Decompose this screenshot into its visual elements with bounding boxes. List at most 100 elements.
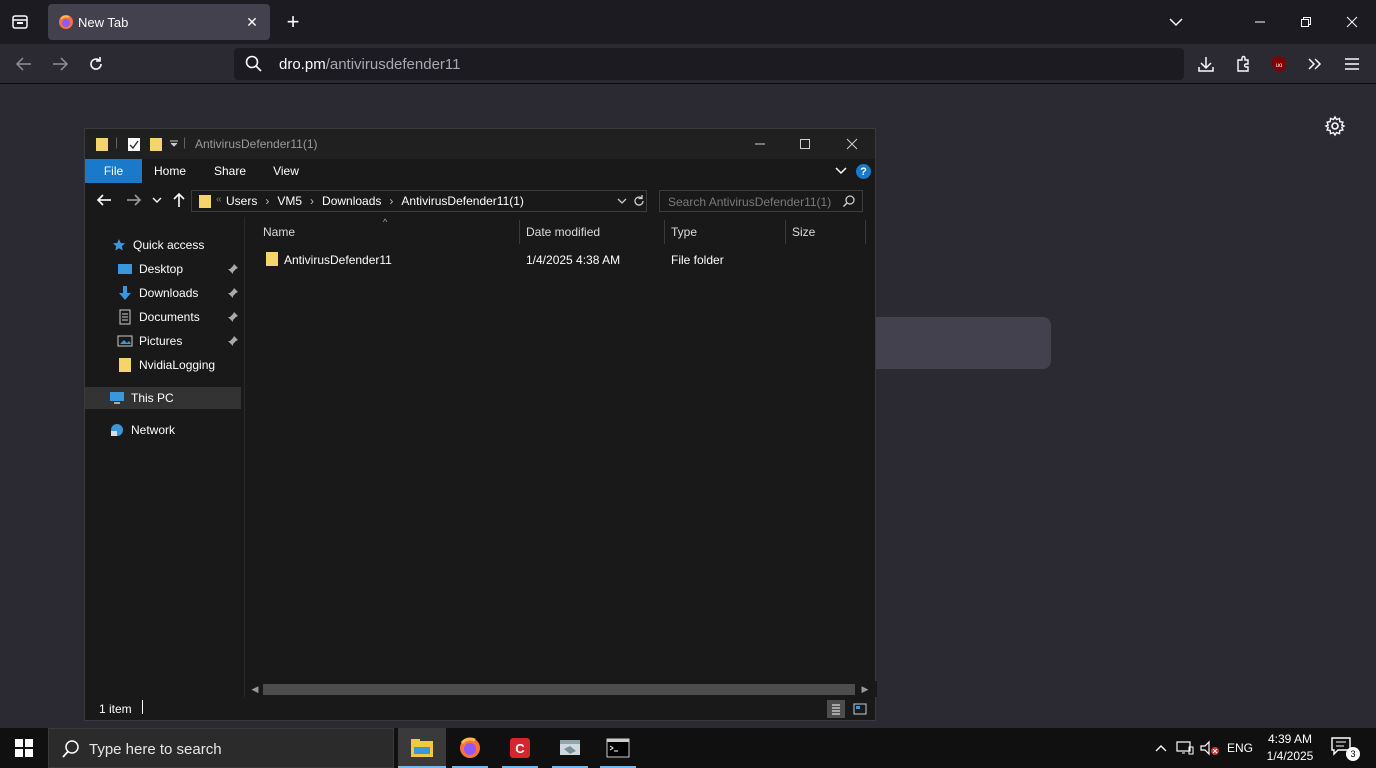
up-arrow-icon[interactable] [170, 191, 188, 209]
back-arrow-icon[interactable] [95, 191, 113, 209]
minimize-window-icon[interactable] [1246, 8, 1274, 36]
divider [142, 700, 143, 714]
tab-home[interactable]: Home [145, 159, 195, 183]
close-window-icon[interactable] [837, 133, 867, 155]
help-icon[interactable]: ? [856, 164, 871, 179]
chevron-down-icon[interactable] [616, 195, 628, 207]
url-text: dro.pm/antivirusdefender11 [279, 56, 461, 73]
folder-search-input[interactable]: Search AntivirusDefender11(1) [659, 190, 863, 212]
windows-start-icon[interactable] [0, 728, 48, 768]
column-divider[interactable] [865, 220, 866, 244]
action-center-icon[interactable]: 3 [1330, 736, 1360, 762]
gear-icon[interactable] [1324, 115, 1346, 137]
nav-nvidialogging[interactable]: NvidiaLogging [117, 354, 215, 376]
extensions-puzzle-icon[interactable] [1231, 52, 1255, 76]
scroll-right-icon[interactable]: ▶ [859, 683, 871, 695]
pin-icon[interactable] [227, 263, 239, 275]
taskbar-ccleaner[interactable]: C [498, 728, 542, 768]
navigation-pane: Quick access Desktop Downloads Documents… [85, 217, 245, 697]
horizontal-scrollbar[interactable]: ◀ ▶ [247, 681, 877, 697]
breadcrumb-separator-icon[interactable]: › [389, 194, 393, 208]
input-language[interactable]: ENG [1226, 738, 1254, 758]
network-status-icon[interactable] [1175, 738, 1195, 758]
customize-quick-access-icon[interactable] [169, 140, 179, 148]
download-icon[interactable] [1194, 52, 1218, 76]
column-divider[interactable] [785, 220, 786, 244]
column-header-date[interactable]: Date modified [526, 225, 600, 239]
address-bar[interactable]: « Users › VM5 › Downloads › AntivirusDefend… [191, 190, 647, 212]
pin-icon[interactable] [227, 287, 239, 299]
large-icons-view-icon[interactable] [851, 700, 869, 718]
forward-arrow-icon[interactable] [125, 191, 143, 209]
refresh-icon[interactable] [632, 194, 646, 208]
breadcrumb-current[interactable]: AntivirusDefender11(1) [401, 194, 524, 208]
column-header-type[interactable]: Type [671, 225, 697, 239]
desktop-icon [117, 261, 133, 277]
restore-window-icon[interactable] [1292, 8, 1320, 36]
pin-icon[interactable] [227, 311, 239, 323]
expand-ribbon-icon[interactable] [833, 164, 849, 178]
overflow-chevrons-icon[interactable] [1303, 52, 1327, 76]
breadcrumb-vm5[interactable]: VM5 [277, 194, 302, 208]
taskbar-command-prompt[interactable] [596, 728, 640, 768]
close-tab-icon[interactable]: ✕ [242, 12, 262, 32]
taskbar-search-input[interactable]: Type here to search [48, 728, 394, 768]
maximize-window-icon[interactable] [790, 133, 820, 155]
pin-icon[interactable] [227, 335, 239, 347]
nav-quick-access[interactable]: Quick access [111, 234, 204, 256]
reload-icon[interactable] [84, 52, 108, 76]
scrollbar-thumb[interactable] [263, 684, 855, 695]
search-icon[interactable] [842, 194, 856, 208]
breadcrumb-downloads[interactable]: Downloads [322, 194, 381, 208]
nav-network[interactable]: Network [109, 419, 175, 441]
column-divider[interactable] [664, 220, 665, 244]
new-tab-icon[interactable]: + [280, 8, 306, 36]
url-bar[interactable]: dro.pm/antivirusdefender11 [234, 48, 1184, 80]
breadcrumb-separator-icon[interactable]: › [310, 194, 314, 208]
overflow-chevrons-icon[interactable]: « [216, 194, 222, 205]
terminal-icon [606, 738, 630, 758]
properties-icon[interactable] [127, 136, 141, 152]
tab-file[interactable]: File [85, 159, 142, 183]
new-folder-icon[interactable] [149, 136, 163, 152]
page-search-box[interactable] [860, 317, 1051, 369]
divider: | [115, 135, 119, 149]
column-header-name[interactable]: Name [263, 225, 295, 239]
search-icon [62, 740, 79, 758]
taskbar-app[interactable] [548, 728, 592, 768]
firefox-view-icon[interactable] [6, 8, 34, 36]
recent-locations-chevron-icon[interactable] [150, 191, 164, 209]
hamburger-menu-icon[interactable] [1340, 52, 1364, 76]
nav-desktop[interactable]: Desktop [117, 258, 183, 280]
taskbar-file-explorer[interactable] [398, 728, 446, 768]
column-header-size[interactable]: Size [792, 225, 815, 239]
ublock-origin-icon[interactable]: uo [1267, 52, 1291, 76]
taskbar-firefox[interactable] [448, 728, 492, 768]
details-view-icon[interactable] [827, 700, 845, 718]
url-host: dro.pm [279, 56, 326, 73]
scroll-left-icon[interactable]: ◀ [249, 683, 261, 695]
chevron-down-icon[interactable] [1164, 10, 1188, 34]
show-hidden-icons-chevron-icon[interactable] [1152, 738, 1170, 758]
file-explorer-window: | | AntivirusDefender11(1) File Home Sha… [84, 128, 877, 721]
folder-icon [96, 138, 108, 151]
ccleaner-icon: C [510, 738, 530, 758]
tab-view[interactable]: View [261, 159, 311, 183]
nav-this-pc[interactable]: This PC [109, 387, 174, 409]
nav-documents[interactable]: Documents [117, 306, 200, 328]
back-arrow-icon[interactable] [12, 52, 36, 76]
system-clock[interactable]: 4:39 AM 1/4/2025 [1262, 731, 1318, 765]
tab-new-tab[interactable]: New Tab ✕ [48, 4, 270, 40]
breadcrumb-separator-icon[interactable]: › [265, 194, 269, 208]
tab-share[interactable]: Share [205, 159, 255, 183]
breadcrumb-users[interactable]: Users [226, 194, 257, 208]
close-window-icon[interactable] [1338, 8, 1366, 36]
volume-muted-icon[interactable] [1199, 738, 1221, 758]
minimize-window-icon[interactable] [745, 133, 775, 155]
computer-icon [109, 390, 125, 406]
column-divider[interactable] [519, 220, 520, 244]
file-name: AntivirusDefender11 [284, 253, 392, 267]
nav-downloads[interactable]: Downloads [117, 282, 198, 304]
forward-arrow-icon[interactable] [48, 52, 72, 76]
nav-pictures[interactable]: Pictures [117, 330, 182, 352]
